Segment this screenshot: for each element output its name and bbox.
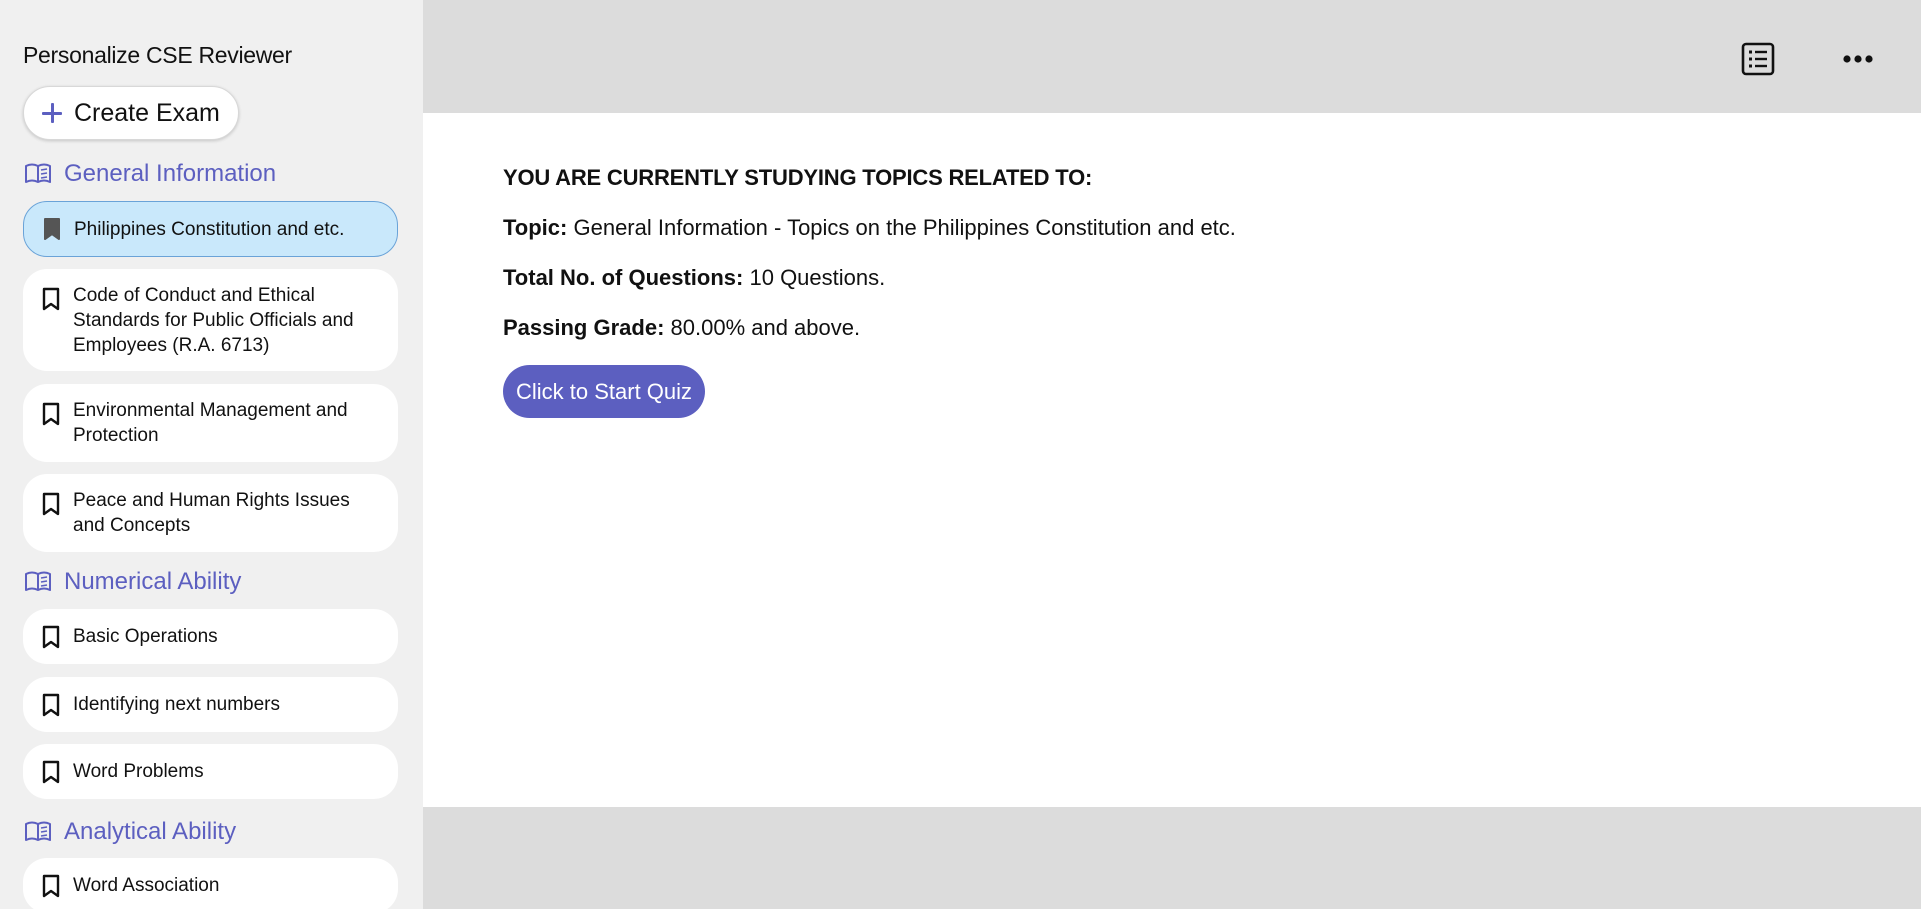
- topic-row: Topic: General Information - Topics on t…: [503, 215, 1236, 245]
- main-content: YOU ARE CURRENTLY STUDYING TOPICS RELATE…: [503, 165, 1236, 418]
- questions-label: Total No. of Questions:: [503, 265, 744, 290]
- topic-label: Topic:: [503, 215, 568, 240]
- bookmark-filled-icon: [44, 218, 60, 240]
- topic-value: General Information - Topics on the Phil…: [573, 215, 1236, 240]
- sidebar-item-label: Peace and Human Rights Issues and Concep…: [73, 490, 350, 536]
- sidebar-item-environmental-management[interactable]: Environmental Management and Protection: [23, 384, 398, 462]
- top-toolbar: [423, 0, 1921, 113]
- sidebar-item-identifying-next-numbers[interactable]: Identifying next numbers: [23, 677, 398, 732]
- app-root: Personalize CSE Reviewer Create Exam Gen…: [0, 0, 1921, 909]
- bookmark-icon: [42, 287, 60, 311]
- bottom-band: [423, 807, 1921, 909]
- bookmark-icon: [42, 625, 60, 648]
- book-icon: [25, 571, 51, 591]
- section-title: Analytical Ability: [64, 818, 237, 845]
- bookmark-icon: [42, 693, 60, 716]
- sidebar-item-philippines-constitution[interactable]: Philippines Constitution and etc.: [23, 201, 398, 257]
- create-exam-label: Create Exam: [74, 98, 220, 127]
- start-quiz-button[interactable]: Click to Start Quiz: [503, 365, 706, 418]
- section-header-general-information: General Information: [24, 160, 276, 188]
- sidebar: Personalize CSE Reviewer Create Exam Gen…: [0, 0, 423, 909]
- passing-grade-value: 80.00% and above.: [670, 315, 861, 340]
- sidebar-item-label: Word Problems: [73, 761, 204, 782]
- sidebar-item-label: Basic Operations: [73, 626, 218, 647]
- sidebar-item-label: Environmental Management and Protection: [73, 400, 348, 446]
- studying-heading: YOU ARE CURRENTLY STUDYING TOPICS RELATE…: [503, 165, 1093, 190]
- bookmark-icon: [42, 492, 60, 516]
- section-header-numerical-ability: Numerical Ability: [24, 568, 241, 596]
- sidebar-item-word-association[interactable]: Word Association: [23, 858, 398, 909]
- sidebar-item-label: Identifying next numbers: [73, 694, 281, 715]
- passing-grade-row: Passing Grade: 80.00% and above.: [503, 315, 1236, 345]
- bookmark-icon: [42, 760, 60, 783]
- section-title: General Information: [64, 160, 277, 187]
- sidebar-item-word-problems[interactable]: Word Problems: [23, 744, 398, 799]
- section-header-analytical-ability: Analytical Ability: [24, 818, 236, 846]
- passing-grade-label: Passing Grade:: [503, 315, 665, 340]
- questions-row: Total No. of Questions: 10 Questions.: [503, 265, 1236, 295]
- more-icon[interactable]: [1842, 52, 1874, 64]
- plus-icon: [40, 101, 64, 125]
- questions-value: 10 Questions.: [749, 265, 886, 290]
- sidebar-item-code-of-conduct[interactable]: Code of Conduct and Ethical Standards fo…: [23, 269, 398, 371]
- sidebar-item-basic-operations[interactable]: Basic Operations: [23, 609, 398, 664]
- section-title: Numerical Ability: [64, 568, 242, 595]
- sidebar-item-label: Code of Conduct and Ethical Standards fo…: [73, 284, 354, 356]
- sidebar-item-peace-human-rights[interactable]: Peace and Human Rights Issues and Concep…: [23, 474, 398, 552]
- sidebar-item-label: Word Association: [73, 875, 220, 896]
- create-exam-button[interactable]: Create Exam: [23, 86, 239, 140]
- bookmark-icon: [42, 874, 60, 897]
- book-icon: [25, 821, 51, 841]
- app-title: Personalize CSE Reviewer: [23, 42, 292, 68]
- bookmark-icon: [42, 402, 60, 426]
- list-icon[interactable]: [1741, 42, 1775, 76]
- book-icon: [25, 163, 51, 183]
- sidebar-item-label: Philippines Constitution and etc.: [74, 218, 345, 240]
